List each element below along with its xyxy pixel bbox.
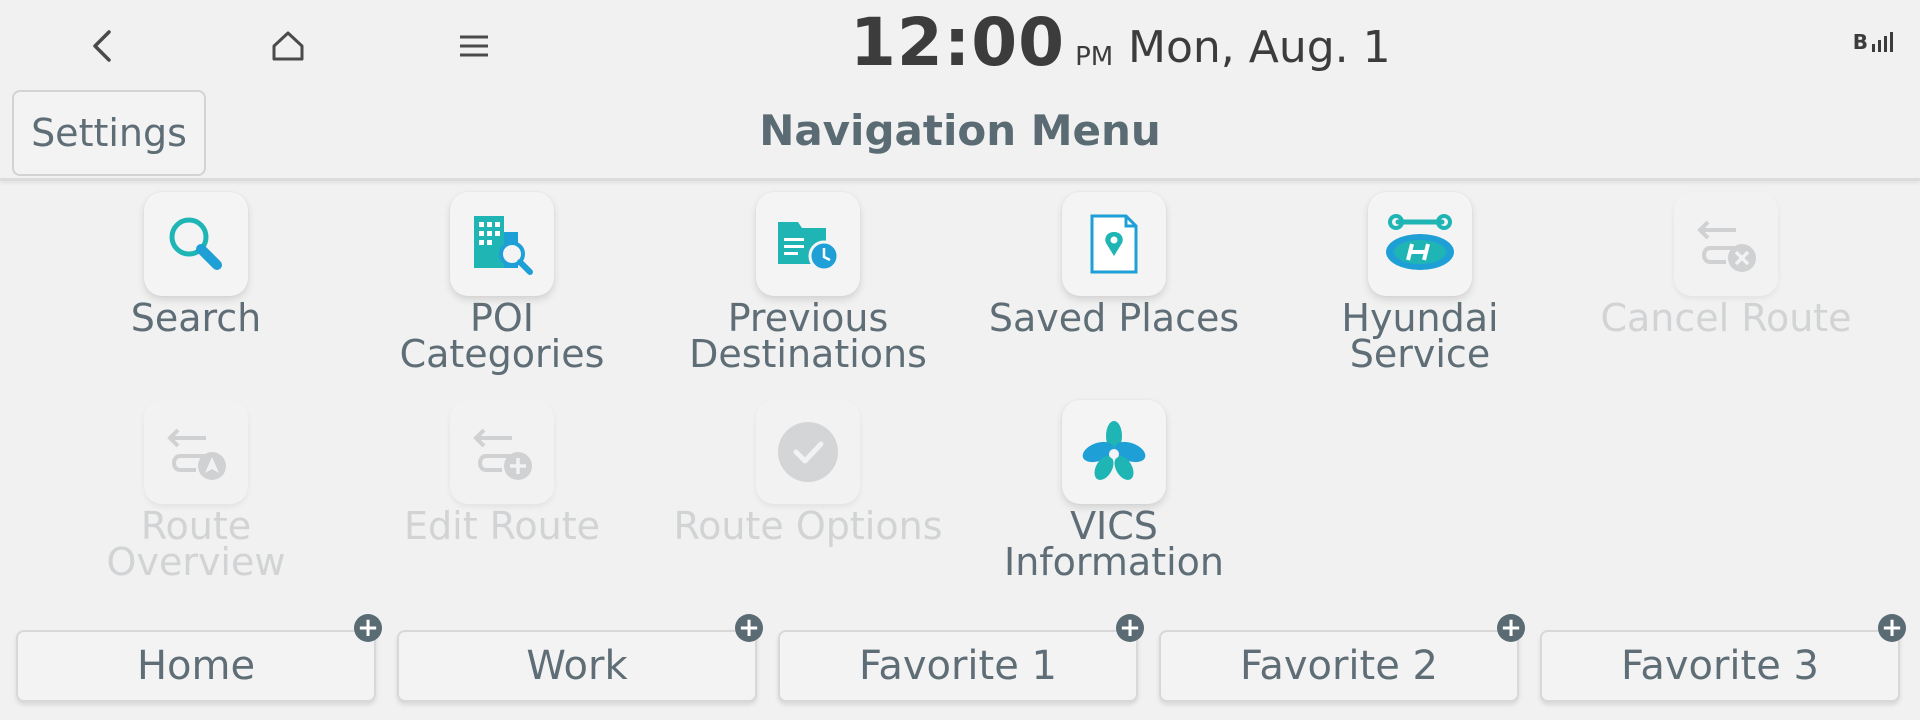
menu-item-previous-destinations[interactable]: Previous Destinations <box>658 192 958 376</box>
menu-tile <box>756 400 860 504</box>
menu-item-label: Route Overview <box>106 504 286 584</box>
menu-item-poi-categories[interactable]: POI Categories <box>352 192 652 376</box>
date-display: Mon, Aug. 1 <box>1128 22 1391 73</box>
clock-ampm: PM <box>1075 42 1114 72</box>
menu-item-label: Edit Route <box>404 504 600 548</box>
menu-item-route-overview[interactable]: Route Overview <box>46 400 346 584</box>
add-favorite-3-button[interactable]: + <box>1878 614 1906 642</box>
add-favorite-work-button[interactable]: + <box>735 614 763 642</box>
search-icon <box>169 217 222 270</box>
favorite-home-button[interactable]: Home <box>16 630 376 702</box>
menu-item-label: Search <box>130 296 262 340</box>
menu-tile <box>144 400 248 504</box>
menu-item-vics-information[interactable]: VICS Information <box>964 400 1264 584</box>
add-favorite-2-button[interactable]: + <box>1497 614 1525 642</box>
menu-item-label: Saved Places <box>988 296 1240 340</box>
add-favorite-home-button[interactable]: + <box>354 614 382 642</box>
hyundai-service-icon <box>1386 214 1454 270</box>
home-button[interactable] <box>260 18 316 74</box>
add-favorite-1-button[interactable]: + <box>1116 614 1144 642</box>
back-button[interactable] <box>74 18 130 74</box>
menu-item-search[interactable]: Search <box>46 192 346 340</box>
menu-tile <box>756 192 860 296</box>
menu-item-label: Hyundai Service <box>1341 296 1499 376</box>
plus-icon: + <box>1119 613 1141 643</box>
back-icon <box>93 30 111 62</box>
menu-item-label: Previous Destinations <box>689 296 927 376</box>
plus-icon: + <box>1500 613 1522 643</box>
route-options-icon <box>778 422 838 482</box>
vics-information-icon <box>1082 421 1146 480</box>
plus-icon: + <box>357 613 379 643</box>
menu-item-route-options[interactable]: Route Options <box>658 400 958 548</box>
route-overview-icon <box>167 428 226 480</box>
menu-item-label: VICS Information <box>1004 504 1224 584</box>
clock: 12:00 PM <box>850 4 1113 84</box>
saved-places-icon <box>1090 214 1138 274</box>
plus-icon: + <box>738 613 760 643</box>
page-title: Navigation Menu <box>759 106 1161 155</box>
edit-route-icon <box>473 428 532 480</box>
bluetooth-label: B <box>1852 30 1868 54</box>
menu-item-label: Cancel Route <box>1600 296 1852 340</box>
menu-tile <box>1062 400 1166 504</box>
header-divider <box>0 178 1920 181</box>
menu-button[interactable] <box>446 18 502 74</box>
favorite-2-button[interactable]: Favorite 2 <box>1159 630 1519 702</box>
menu-tile <box>450 400 554 504</box>
cancel-route-icon <box>1697 220 1756 272</box>
menu-item-edit-route[interactable]: Edit Route <box>352 400 652 548</box>
clock-time: 12:00 <box>850 4 1066 81</box>
signal-strength-icon <box>1872 32 1893 52</box>
favorite-work-button[interactable]: Work <box>397 630 757 702</box>
menu-item-label: Route Options <box>673 504 943 548</box>
status-bar: 12:00 PM Mon, Aug. 1 B <box>0 0 1920 90</box>
signal-indicator: B <box>1853 30 1898 52</box>
favorite-3-button[interactable]: Favorite 3 <box>1540 630 1900 702</box>
menu-tile <box>144 192 248 296</box>
home-icon <box>272 31 304 61</box>
menu-tile <box>1368 192 1472 296</box>
hamburger-menu-icon <box>460 35 488 57</box>
poi-categories-icon <box>474 216 533 275</box>
previous-destinations-icon <box>778 222 840 272</box>
menu-item-cancel-route[interactable]: Cancel Route <box>1576 192 1876 340</box>
favorite-1-button[interactable]: Favorite 1 <box>778 630 1138 702</box>
menu-item-hyundai-service[interactable]: Hyundai Service <box>1270 192 1570 376</box>
menu-item-label: POI Categories <box>399 296 605 376</box>
menu-item-saved-places[interactable]: Saved Places <box>964 192 1264 340</box>
menu-tile <box>1062 192 1166 296</box>
menu-tile <box>450 192 554 296</box>
plus-icon: + <box>1881 613 1903 643</box>
menu-tile <box>1674 192 1778 296</box>
